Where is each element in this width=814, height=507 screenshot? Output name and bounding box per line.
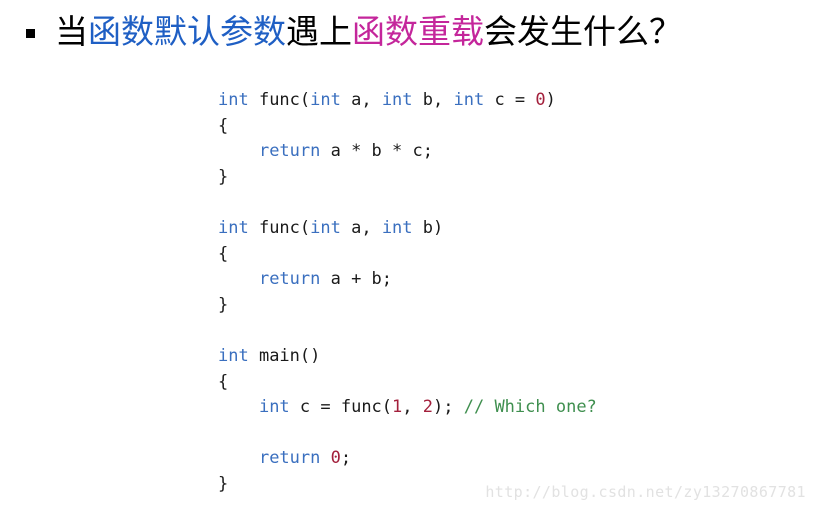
code-line: return a * b * c; [218,139,597,165]
title-segment-1: 函数默认参数 [88,12,286,51]
code-line: { [218,114,597,140]
code-line: { [218,370,597,396]
title-segment-4: 会发生什么？ [484,12,682,51]
code-token: int [310,90,341,110]
code-token: return [258,269,321,290]
code-token: return [258,141,321,162]
code-token: // Which one? [463,397,597,418]
code-token: c = func( [289,397,393,418]
code-token: { [218,243,229,264]
code-token: 1 [392,397,403,418]
code-token: ) [545,90,556,110]
code-line: return a + b; [218,267,597,293]
slide-title-row: 当函数默认参数遇上函数重载会发生什么？ [0,0,814,51]
code-token: ); [433,397,464,418]
code-token: } [218,166,229,187]
code-token: a + b; [320,269,393,290]
code-token: ; [340,448,352,469]
code-token: } [218,294,229,315]
code-token: 0 [330,448,341,469]
watermark-url: http://blog.csdn.net/zy13270867781 [485,483,806,501]
code-token: int [381,217,413,238]
code-line: int c = func(1, 2); // Which one? [218,395,597,421]
code-token: int [218,90,249,110]
code-token: , [402,397,423,418]
code-line: { [218,242,597,268]
code-token: 0 [535,90,546,110]
code-token: a, [340,90,382,110]
code-token: int [310,217,341,238]
code-token: { [218,371,229,392]
code-token: } [218,473,229,494]
code-line: } [218,293,597,319]
code-token: int [381,90,413,110]
code-token: int [258,397,290,418]
code-token: return [258,448,321,469]
code-block: int func(int a, int b, int c = 0){ retur… [218,88,597,498]
code-token: b) [412,217,444,238]
code-token: func( [248,217,311,238]
code-line: int main() [218,344,597,370]
code-token: func( [248,90,311,110]
code-token: main() [248,345,321,366]
title-segment-2: 遇上 [286,12,352,51]
code-token: a, [340,217,382,238]
code-token: b, [412,90,454,110]
square-bullet-icon [26,29,35,38]
code-token: int [218,345,249,366]
title-segment-3: 函数重载 [352,12,484,51]
title-segment-0: 当 [55,12,88,51]
code-token: c = [484,90,536,110]
code-token: a * b * c; [320,141,433,162]
code-token: int [218,217,249,238]
code-token: 2 [422,397,434,418]
code-token: int [453,90,485,110]
page-title: 当函数默认参数遇上函数重载会发生什么？ [55,12,682,52]
code-line: int func(int a, int b) [218,216,597,242]
code-token: { [218,115,229,136]
code-line: return 0; [218,446,597,472]
code-line: } [218,165,597,191]
code-line: int func(int a, int b, int c = 0) [218,88,597,114]
